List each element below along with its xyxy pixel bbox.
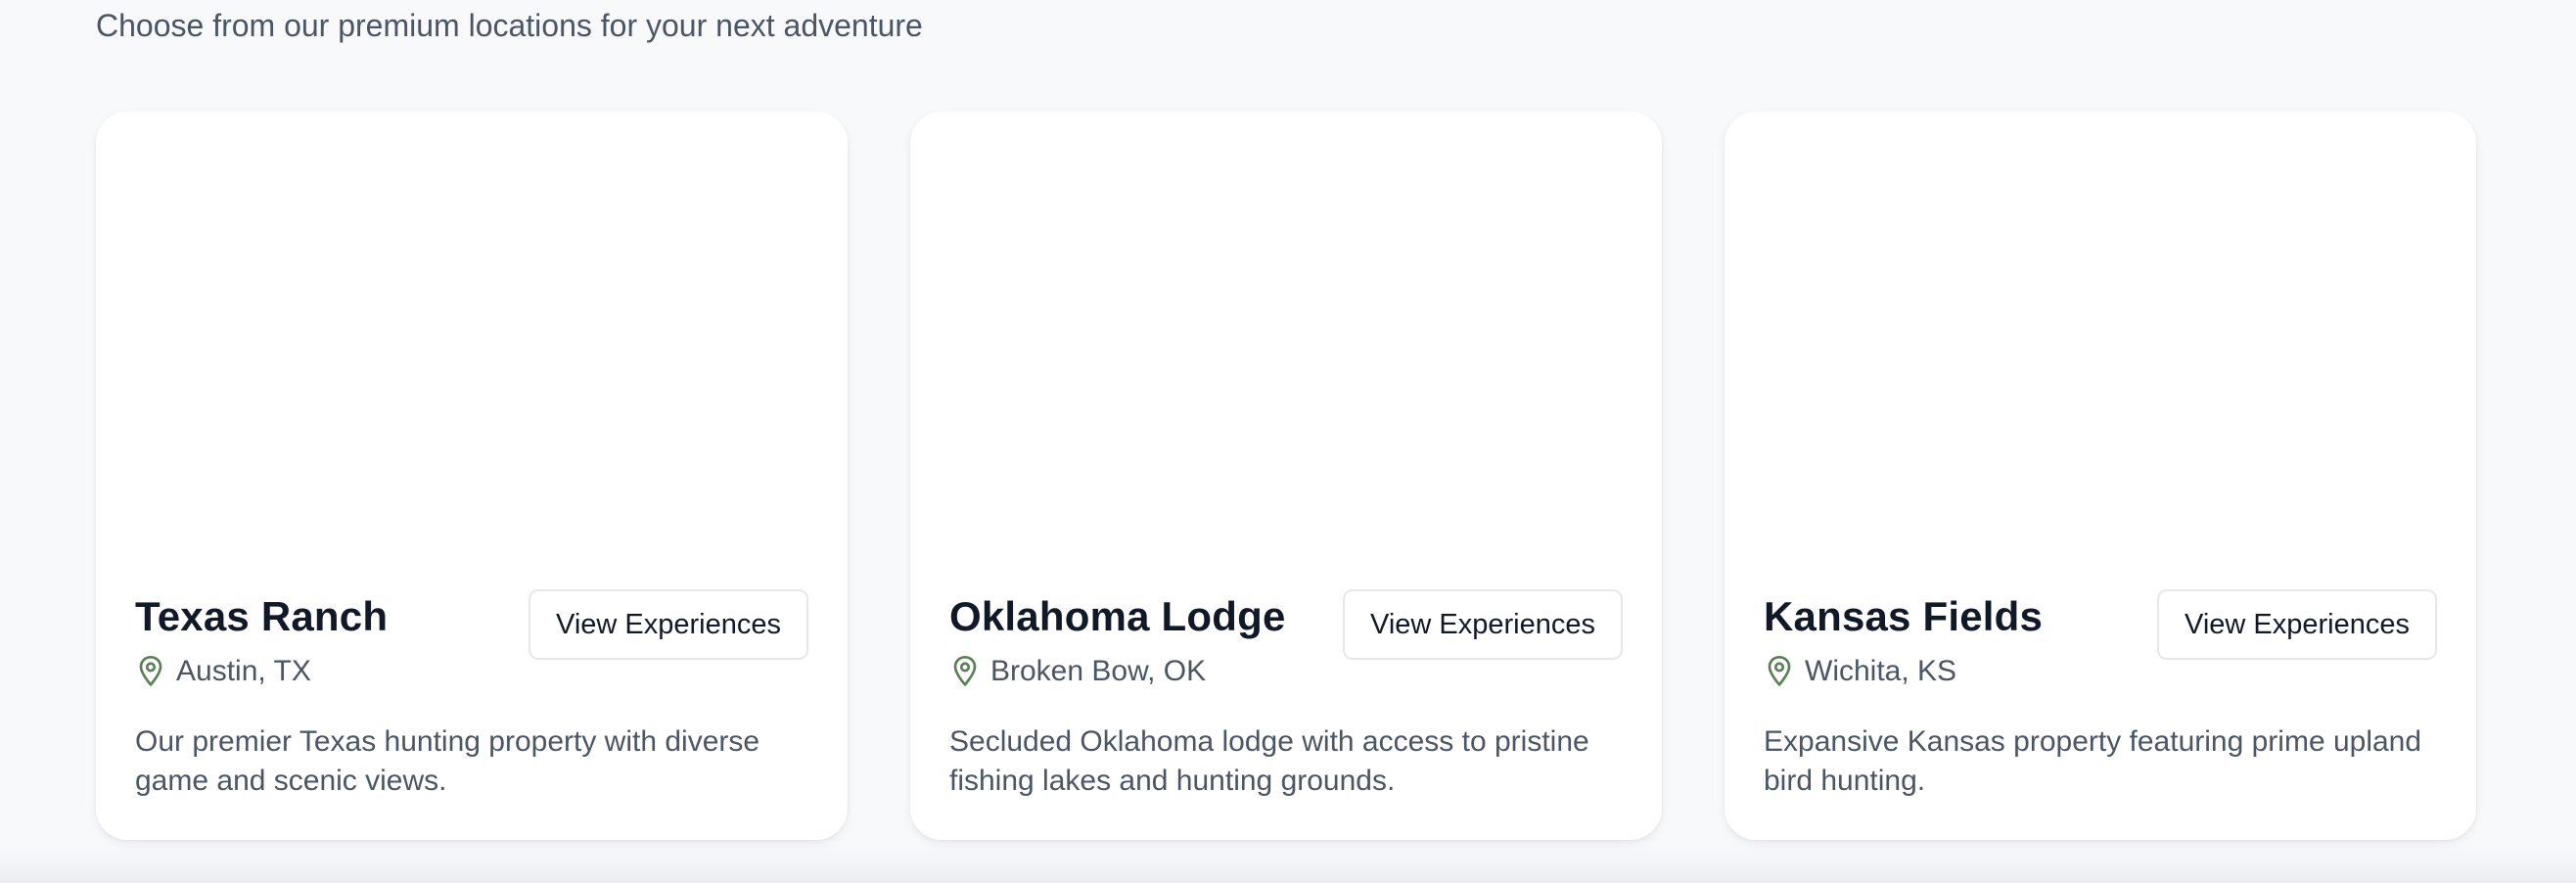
card-location: Austin, TX [135, 652, 311, 691]
location-card-texas-ranch: Texas Ranch Austin, TX Our premier Texas… [96, 112, 848, 840]
view-experiences-button[interactable]: View Experiences [529, 589, 808, 660]
card-description: Secluded Oklahoma lodge with access to p… [949, 725, 1589, 797]
view-experiences-button[interactable]: View Experiences [1343, 589, 1623, 660]
card-image [1725, 112, 2476, 548]
map-pin-icon [139, 655, 162, 686]
location-card-oklahoma-lodge: Oklahoma Lodge Broken Bow, OK Secluded O… [910, 112, 1662, 840]
card-description: Expansive Kansas property featuring prim… [1764, 725, 2422, 797]
view-experiences-button[interactable]: View Experiences [2157, 589, 2437, 660]
location-text: Broken Bow, OK [990, 655, 1207, 687]
card-image [910, 112, 1662, 548]
location-card-kansas-fields: Kansas Fields Wichita, KS Expansive Kans… [1725, 112, 2476, 840]
card-location: Broken Bow, OK [949, 652, 1206, 691]
card-title: Kansas Fields [1764, 593, 2044, 639]
card-title: Texas Ranch [135, 593, 389, 639]
location-cards: Texas Ranch Austin, TX Our premier Texas… [96, 112, 2476, 840]
bottom-fade [0, 844, 2576, 883]
page: Choose from our premium locations for yo… [0, 0, 2576, 883]
location-text: Austin, TX [176, 655, 311, 687]
card-location: Wichita, KS [1764, 652, 1956, 691]
card-description: Our premier Texas hunting property with … [135, 725, 760, 797]
card-image [96, 112, 848, 548]
location-text: Wichita, KS [1805, 655, 1957, 687]
map-pin-icon [953, 655, 977, 686]
card-title: Oklahoma Lodge [949, 593, 1286, 639]
page-subtitle: Choose from our premium locations for yo… [96, 8, 923, 43]
map-pin-icon [1768, 655, 1791, 686]
